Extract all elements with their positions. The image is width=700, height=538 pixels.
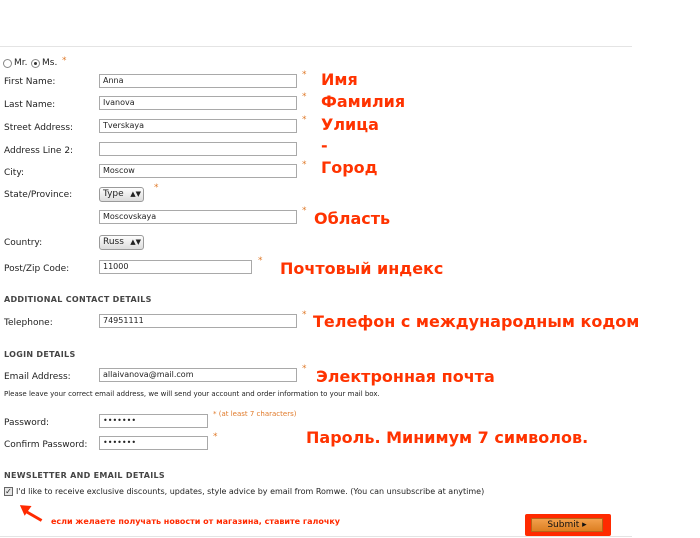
ms-radio[interactable]	[31, 59, 40, 68]
first-name-label: First Name:	[4, 77, 56, 87]
top-divider	[0, 46, 632, 47]
submit-button[interactable]: Submit ▸	[531, 518, 603, 532]
email-label: Email Address:	[4, 372, 71, 382]
password-hint: * (at least 7 characters)	[213, 410, 297, 418]
street-asterisk: *	[302, 115, 307, 125]
state-label: State/Province:	[4, 190, 73, 200]
state-type-select[interactable]: Type ▲▼	[99, 187, 144, 202]
mr-radio[interactable]	[3, 59, 12, 68]
email-input[interactable]: allaivanova@mail.com	[99, 368, 297, 382]
street-annotation: Улица	[321, 115, 379, 134]
bottom-divider	[0, 536, 632, 537]
last-name-annotation: Фамилия	[321, 92, 406, 111]
newsletter-annotation: если желаете получать новости от магазин…	[51, 517, 340, 526]
password-label: Password:	[4, 418, 50, 428]
title-required-asterisk: *	[62, 56, 67, 66]
password-annotation: Пароль. Минимум 7 символов.	[306, 428, 589, 447]
annotation-arrow	[25, 510, 43, 522]
last-name-input[interactable]: Ivanova	[99, 96, 297, 110]
email-asterisk: *	[302, 364, 307, 374]
city-input[interactable]: Moscow	[99, 164, 297, 178]
newsletter-checkbox-label: I'd like to receive exclusive discounts,…	[16, 487, 485, 496]
telephone-asterisk: *	[302, 310, 307, 320]
email-annotation: Электронная почта	[316, 367, 495, 386]
confirm-password-label: Confirm Password:	[4, 440, 88, 450]
telephone-annotation: Телефон с международным кодом	[313, 312, 640, 331]
first-name-input[interactable]: Anna	[99, 74, 297, 88]
state-type-select-value: Type	[103, 189, 124, 199]
last-name-label: Last Name:	[4, 100, 56, 110]
confirm-password-input[interactable]: •••••••	[99, 436, 208, 450]
last-name-asterisk: *	[302, 92, 307, 102]
city-annotation: Город	[321, 158, 378, 177]
postal-asterisk: *	[258, 256, 263, 266]
postal-input[interactable]: 11000	[99, 260, 252, 274]
city-label: City:	[4, 168, 25, 178]
country-select[interactable]: Russ ▲▼	[99, 235, 144, 250]
address2-annotation: -	[321, 136, 328, 155]
first-name-asterisk: *	[302, 70, 307, 80]
contact-section-heading: ADDITIONAL CONTACT DETAILS	[4, 295, 152, 304]
telephone-input[interactable]: 74951111	[99, 314, 297, 328]
ms-radio-dot	[34, 62, 37, 65]
state-asterisk: *	[154, 183, 159, 193]
email-help-text: Please leave your correct email address,…	[4, 390, 380, 398]
mr-label: Mr.	[14, 58, 28, 68]
password-input[interactable]: •••••••	[99, 414, 208, 428]
newsletter-checkbox[interactable]: ✓	[4, 487, 13, 496]
street-label: Street Address:	[4, 123, 74, 133]
postal-annotation: Почтовый индекс	[280, 259, 444, 278]
ms-label: Ms.	[42, 58, 58, 68]
newsletter-section-heading: NEWSLETTER AND EMAIL DETAILS	[4, 471, 165, 480]
submit-highlight: Submit ▸	[525, 514, 611, 536]
first-name-annotation: Имя	[321, 70, 358, 89]
postal-label: Post/Zip Code:	[4, 264, 70, 274]
state-annotation: Область	[314, 209, 391, 228]
confirm-password-asterisk: *	[213, 432, 218, 442]
state-input[interactable]: Moscovskaya	[99, 210, 297, 224]
city-asterisk: *	[302, 160, 307, 170]
address2-label: Address Line 2:	[4, 146, 74, 156]
select-arrows-icon: ▲▼	[130, 238, 141, 246]
street-input[interactable]: Tverskaya	[99, 119, 297, 133]
state-input-asterisk: *	[302, 206, 307, 216]
country-label: Country:	[4, 238, 43, 248]
select-arrows-icon: ▲▼	[130, 190, 141, 198]
checkmark-icon: ✓	[5, 487, 12, 496]
address2-input[interactable]	[99, 142, 297, 156]
country-select-value: Russ	[103, 237, 124, 247]
telephone-label: Telephone:	[4, 318, 53, 328]
login-section-heading: LOGIN DETAILS	[4, 350, 76, 359]
